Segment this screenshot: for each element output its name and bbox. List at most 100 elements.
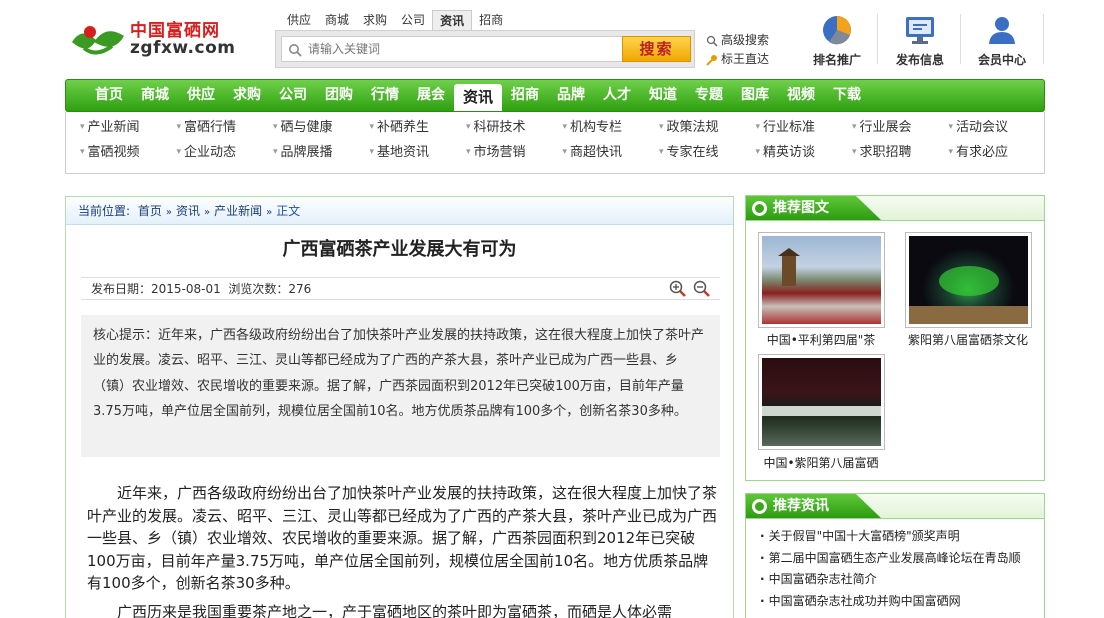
- site-logo[interactable]: 中国富硒网 zgfxw.com: [68, 14, 258, 64]
- nav-item-gallery[interactable]: 图库: [732, 80, 778, 111]
- member-center-button[interactable]: 会员中心: [968, 10, 1036, 70]
- pic-thumb[interactable]: [905, 232, 1032, 328]
- breadcrumb-sep: »: [165, 207, 173, 218]
- stage-show-image: [909, 236, 1028, 324]
- search-icon: [289, 44, 302, 57]
- search-tab-buy[interactable]: 求购: [356, 10, 394, 30]
- subnav-item[interactable]: 科研技术: [466, 118, 563, 137]
- article-summary: 核心提示：近年来，广西各级政府纷纷出台了加快茶叶产业发展的扶持政策，这在很大程度…: [81, 315, 720, 457]
- search-tab-mall[interactable]: 商城: [318, 10, 356, 30]
- search-tab-news[interactable]: 资讯: [432, 10, 473, 30]
- pic-caption[interactable]: 中国•紫阳第八届富硒: [756, 454, 886, 471]
- nav-item-home[interactable]: 首页: [86, 80, 132, 111]
- nav-item-invest[interactable]: 招商: [502, 80, 548, 111]
- zoom-in-icon[interactable]: [669, 280, 686, 297]
- search-tab-company[interactable]: 公司: [394, 10, 432, 30]
- rank-promo-button[interactable]: 排名推广: [803, 10, 871, 70]
- subnav-item[interactable]: 机构专栏: [563, 118, 660, 137]
- nav-item-market[interactable]: 行情: [362, 80, 408, 111]
- breadcrumb-label: 当前位置:: [78, 204, 131, 218]
- article-body: 近年来，广西各级政府纷纷出台了加快茶叶产业发展的扶持政策，这在很大程度上加快了茶…: [87, 484, 718, 593]
- main-nav: 首页 商城 供应 求购 公司 团购 行情 展会 资讯 招商 品牌 人才 知道 专…: [65, 79, 1045, 112]
- king-label: 标王直达: [721, 52, 770, 66]
- nav-item-video[interactable]: 视频: [778, 80, 824, 111]
- subnav-item[interactable]: 富硒行情: [177, 118, 274, 137]
- search-tab-supply[interactable]: 供应: [280, 10, 318, 30]
- subnav-item[interactable]: 富硒视频: [80, 143, 177, 162]
- publish-info-button[interactable]: 发布信息: [886, 10, 954, 70]
- article-meta: 发布日期：2015-08-01 浏览次数：276: [81, 277, 720, 300]
- pic-thumb[interactable]: [758, 232, 885, 328]
- subnav-item[interactable]: 专家在线: [659, 143, 756, 162]
- panel-title: 推荐资讯: [746, 494, 881, 518]
- search-box: 搜索: [275, 30, 695, 68]
- subnav-item[interactable]: 精英访谈: [756, 143, 853, 162]
- nav-item-supply[interactable]: 供应: [178, 80, 224, 111]
- article-meta-text: 发布日期：2015-08-01 浏览次数：276: [91, 282, 312, 296]
- news-list-item[interactable]: 中国富硒杂志社成功并购中国富硒网: [760, 591, 1021, 613]
- pic-caption[interactable]: 中国•平利第四届"茶: [756, 331, 886, 348]
- subnav-item[interactable]: 行业标准: [756, 118, 853, 137]
- key-icon: [706, 54, 717, 66]
- breadcrumb-current: 正文: [276, 204, 301, 218]
- king-link[interactable]: 标王直达: [706, 50, 769, 69]
- panel-header: 推荐图文: [746, 196, 1044, 221]
- subnav-item[interactable]: 政策法规: [659, 118, 756, 137]
- search-button[interactable]: 搜索: [622, 36, 691, 62]
- nav-item-news[interactable]: 资讯: [454, 84, 503, 111]
- subnav-item[interactable]: 硒与健康: [273, 118, 370, 137]
- pic-caption[interactable]: 紫阳第八届富硒茶文化: [903, 331, 1033, 348]
- conference-image: [762, 358, 881, 446]
- nav-item-buy[interactable]: 求购: [224, 80, 270, 111]
- article-body-continued: 广西历来是我国重要茶产地之一，产于富硒地区的茶叶即为富硒茶，而硒是人体必需: [117, 603, 673, 618]
- panel-title: 推荐图文: [746, 196, 881, 220]
- news-list: 关于假冒"中国十大富硒榜"颁奖声明 第二届中国富硒生态产业发展高峰论坛在青岛顺 …: [760, 526, 1021, 612]
- logo-text-en: zgfxw.com: [130, 38, 236, 58]
- subnav-item[interactable]: 求职招聘: [852, 143, 949, 162]
- subnav-item[interactable]: 产业新闻: [80, 118, 177, 137]
- panel-title-text: 推荐图文: [773, 200, 829, 216]
- subnav-item[interactable]: 行业展会: [852, 118, 949, 137]
- panel-title-text: 推荐资讯: [773, 498, 829, 514]
- bullet-circle-icon: [752, 499, 767, 514]
- breadcrumb: 当前位置: 首页» 资讯» 产业新闻» 正文: [66, 197, 733, 225]
- breadcrumb-news[interactable]: 资讯: [176, 204, 200, 218]
- divider: [1043, 14, 1044, 64]
- nav-item-topic[interactable]: 专题: [686, 80, 732, 111]
- advanced-search-label: 高级搜索: [721, 33, 770, 47]
- nav-item-brand[interactable]: 品牌: [548, 80, 594, 111]
- pic-thumb[interactable]: [758, 354, 885, 450]
- subnav-item[interactable]: 商超快讯: [563, 143, 660, 162]
- nav-item-expo[interactable]: 展会: [408, 80, 454, 111]
- subnav-item[interactable]: 市场营销: [466, 143, 563, 162]
- advanced-search-link[interactable]: 高级搜索: [706, 31, 769, 50]
- zoom-out-icon[interactable]: [693, 280, 710, 297]
- sub-nav: 产业新闻 富硒行情 硒与健康 补硒养生 科研技术 机构专栏 政策法规 行业标准 …: [65, 112, 1045, 174]
- rank-promo-label: 排名推广: [812, 53, 861, 67]
- news-list-item[interactable]: 关于假冒"中国十大富硒榜"颁奖声明: [760, 526, 1021, 548]
- logo-mark-icon: [72, 26, 124, 55]
- news-list-item[interactable]: 第二届中国富硒生态产业发展高峰论坛在青岛顺: [760, 548, 1021, 570]
- subnav-item[interactable]: 补硒养生: [370, 118, 467, 137]
- subnav-item[interactable]: 活动会议: [949, 118, 1046, 137]
- subnav-item[interactable]: 基地资讯: [370, 143, 467, 162]
- breadcrumb-industry[interactable]: 产业新闻: [214, 204, 262, 218]
- nav-item-groupbuy[interactable]: 团购: [316, 80, 362, 111]
- nav-item-talent[interactable]: 人才: [594, 80, 640, 111]
- subnav-item[interactable]: 企业动态: [177, 143, 274, 162]
- divider: [877, 14, 878, 64]
- nav-item-mall[interactable]: 商城: [132, 80, 178, 111]
- news-list-item[interactable]: 中国富硒杂志社简介: [760, 569, 1021, 591]
- breadcrumb-home[interactable]: 首页: [138, 204, 162, 218]
- nav-item-download[interactable]: 下载: [824, 80, 870, 111]
- nav-item-know[interactable]: 知道: [640, 80, 686, 111]
- search-tab-invest[interactable]: 招商: [472, 10, 510, 30]
- subnav-item[interactable]: 有求必应: [949, 143, 1046, 162]
- nav-item-company[interactable]: 公司: [270, 80, 316, 111]
- breadcrumb-sep: »: [266, 207, 273, 218]
- subnav-item[interactable]: 品牌展播: [273, 143, 370, 162]
- search-input[interactable]: [281, 36, 623, 62]
- breadcrumb-sep: »: [204, 207, 211, 218]
- publish-info-label: 发布信息: [895, 53, 944, 67]
- monitor-icon: [906, 17, 934, 44]
